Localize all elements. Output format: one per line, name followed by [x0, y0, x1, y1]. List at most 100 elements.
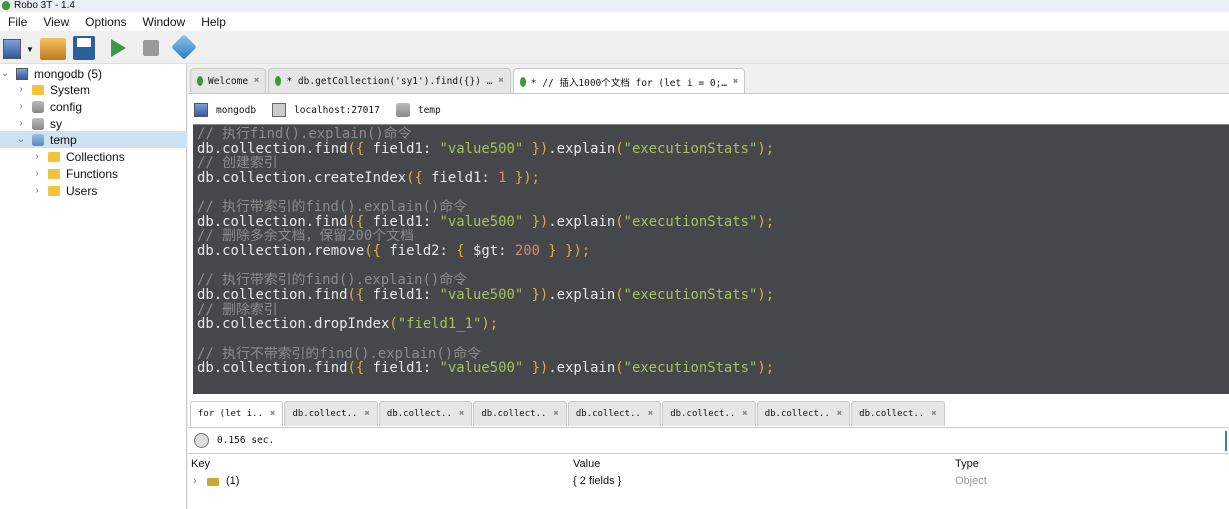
result-tab[interactable]: db.collect.. ✖ — [284, 401, 378, 426]
code-token: }) — [523, 287, 549, 304]
result-tab[interactable]: db.collect.. ✖ — [567, 401, 662, 426]
tree-item-temp[interactable]: ⌄ temp — [0, 131, 187, 148]
result-tab[interactable]: db.collect.. ✖ — [756, 401, 851, 426]
column-header-type[interactable]: Type — [955, 458, 979, 470]
column-header-value[interactable]: Value — [573, 458, 600, 470]
code-token: $gt: — [464, 243, 515, 260]
result-tab-label: for (let i.. — [198, 409, 264, 419]
code-token: "value500" — [439, 360, 524, 377]
connection-server: mongodb — [216, 104, 257, 116]
result-key[interactable]: (1) — [226, 475, 239, 487]
result-tab[interactable]: db.collect.. ✖ — [473, 401, 567, 426]
result-value: { 2 fields } — [573, 475, 622, 487]
menu-options[interactable]: Options — [77, 15, 134, 29]
connect-dropdown-icon[interactable]: ▼ — [26, 45, 34, 54]
result-tab[interactable]: db.collect.. ✖ — [851, 401, 945, 426]
chevron-down-icon[interactable]: ⌄ — [0, 68, 10, 79]
menu-bar: File View Options Window Help — [0, 12, 1229, 31]
close-icon[interactable]: ✖ — [498, 76, 503, 86]
code-token: }); — [506, 169, 540, 186]
code-line: db.collection.dropIndex("field1_1"); — [197, 317, 1229, 332]
code-token: .explain — [548, 213, 616, 230]
tree-item-collections[interactable]: › Collections — [0, 148, 187, 165]
scrollbar[interactable] — [1225, 431, 1227, 451]
expand-chevron-icon[interactable]: › — [193, 475, 197, 487]
computer-icon — [272, 103, 287, 117]
close-icon[interactable]: ✖ — [459, 409, 464, 419]
chevron-down-icon[interactable]: ⌄ — [16, 134, 26, 145]
code-token: }) — [523, 360, 549, 377]
menu-window[interactable]: Window — [135, 15, 194, 29]
chevron-right-icon[interactable]: › — [32, 151, 42, 162]
close-icon[interactable]: ✖ — [254, 76, 259, 86]
code-token: db.collection.find — [197, 360, 348, 377]
tree-item-users[interactable]: › Users — [0, 182, 187, 199]
close-icon[interactable]: ✖ — [648, 409, 653, 419]
code-token: "executionStats" — [623, 287, 758, 304]
chevron-right-icon[interactable]: › — [16, 118, 26, 129]
tree-label: Users — [66, 183, 98, 198]
code-token: "field1_1" — [397, 316, 482, 333]
result-tab-label: db.collect.. — [764, 409, 830, 419]
database-icon — [395, 103, 410, 117]
open-icon[interactable] — [40, 38, 66, 60]
tree-label: System — [50, 82, 91, 97]
tree-item-sy[interactable]: › sy — [0, 115, 187, 132]
column-header-key[interactable]: Key — [191, 458, 210, 470]
save-icon[interactable] — [73, 36, 95, 60]
tree-item-system[interactable]: › System — [0, 81, 187, 98]
code-token: "value500" — [439, 213, 524, 230]
rotate-icon[interactable] — [171, 34, 197, 60]
tree-item-functions[interactable]: › Functions — [0, 165, 187, 182]
tab-label: * // 插入1000个文档 for (let i = 0;… — [530, 78, 728, 89]
connection-host: localhost:27017 — [294, 104, 380, 116]
result-tab[interactable]: for (let i.. ✖ — [190, 401, 284, 426]
menu-file[interactable]: File — [0, 15, 35, 29]
code-token: field1: — [364, 360, 440, 377]
code-token: field1: — [364, 287, 440, 304]
menu-view[interactable]: View — [35, 15, 77, 29]
chevron-right-icon[interactable]: › — [16, 84, 26, 95]
database-icon — [32, 133, 44, 146]
code-token: } }); — [539, 243, 591, 260]
close-icon[interactable]: ✖ — [742, 409, 747, 419]
close-icon[interactable]: ✖ — [931, 409, 936, 419]
tab-welcome[interactable]: Welcome ✖ — [190, 68, 267, 93]
close-icon[interactable]: ✖ — [553, 409, 558, 419]
tree-label: config — [50, 99, 83, 114]
tree-label: mongodb (5) — [34, 66, 103, 81]
server-icon — [16, 67, 28, 80]
database-icon — [32, 117, 44, 130]
code-token: // 创建索引 — [197, 155, 278, 172]
title-bar: Robo 3T - 1.4 — [0, 0, 1229, 12]
clock-icon — [194, 433, 209, 448]
tab-query-1[interactable]: * db.getCollection('sy1').find({}) … ✖ — [268, 68, 511, 93]
result-tab-label: db.collect.. — [859, 409, 925, 419]
close-icon[interactable]: ✖ — [837, 409, 842, 419]
database-icon — [32, 100, 44, 113]
close-icon[interactable]: ✖ — [733, 77, 738, 87]
chevron-right-icon[interactable]: › — [32, 168, 42, 179]
code-token: ); — [757, 140, 775, 157]
code-token: ); — [757, 213, 775, 230]
folder-icon — [32, 84, 44, 95]
stop-icon[interactable] — [143, 40, 159, 56]
object-icon — [207, 478, 219, 486]
run-icon[interactable] — [111, 39, 126, 57]
chevron-right-icon[interactable]: › — [16, 101, 26, 112]
code-line: // 执行find().explain()命令 — [197, 127, 1229, 142]
toolbar: ▼ — [0, 31, 1229, 64]
code-editor[interactable]: // 执行find().explain()命令 db.collection.fin… — [193, 124, 1229, 394]
tab-query-2[interactable]: * // 插入1000个文档 for (let i = 0;… ✖ — [512, 68, 746, 95]
close-icon[interactable]: ✖ — [364, 409, 369, 419]
tree-label: Functions — [66, 166, 119, 181]
connect-icon[interactable] — [3, 39, 21, 59]
menu-help[interactable]: Help — [193, 15, 234, 29]
result-tab[interactable]: db.collect.. ✖ — [662, 401, 756, 426]
chevron-right-icon[interactable]: › — [32, 185, 42, 196]
tree-item-config[interactable]: › config — [0, 98, 187, 115]
close-icon[interactable]: ✖ — [270, 409, 275, 419]
tree-item-mongodb[interactable]: ⌄ mongodb (5) — [0, 65, 187, 82]
result-tab[interactable]: db.collect.. ✖ — [378, 401, 473, 426]
